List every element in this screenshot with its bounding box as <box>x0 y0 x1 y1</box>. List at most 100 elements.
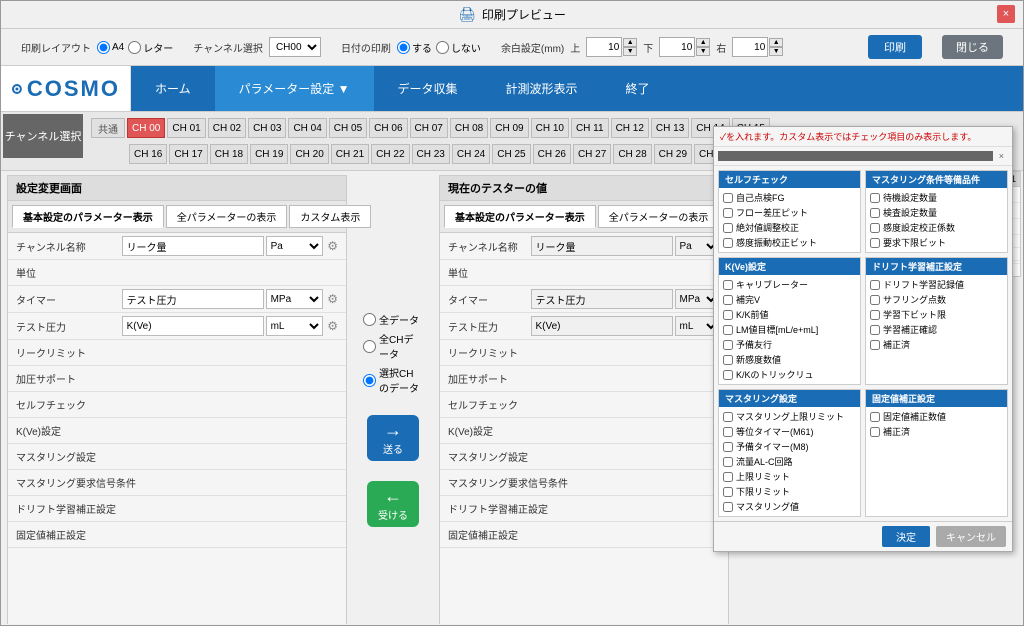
checkbox[interactable] <box>723 223 733 233</box>
checkbox[interactable] <box>723 208 733 218</box>
param-select-timer[interactable]: MPaPa <box>266 289 324 309</box>
close-toolbar-button[interactable]: 閉じる <box>942 35 1003 59</box>
margin-top-up[interactable]: ▲ <box>623 38 637 47</box>
param-input-timer[interactable] <box>122 289 264 309</box>
ch-tab-28[interactable]: CH 28 <box>613 144 651 164</box>
checkbox[interactable] <box>723 442 733 452</box>
channel-select-button[interactable]: チャンネル選択 <box>3 114 83 158</box>
do-print-radio[interactable] <box>397 41 410 54</box>
nav-wave[interactable]: 計測波形表示 <box>482 66 602 111</box>
right-param-input-test-pressure[interactable] <box>531 316 673 336</box>
checkbox[interactable] <box>723 310 733 320</box>
checkbox[interactable] <box>870 325 880 335</box>
margin-right-up[interactable]: ▲ <box>769 38 783 47</box>
ch-tab-03[interactable]: CH 03 <box>248 118 286 138</box>
ch-tab-19[interactable]: CH 19 <box>250 144 288 164</box>
transfer-selected-label[interactable]: 選択CHのデータ <box>363 365 423 395</box>
ch-tab-05[interactable]: CH 05 <box>329 118 367 138</box>
param-select-test-pressure[interactable]: mLPa <box>266 316 324 336</box>
ch-tab-25[interactable]: CH 25 <box>492 144 530 164</box>
checkbox[interactable] <box>723 412 733 422</box>
letter-radio-label[interactable]: レター <box>128 40 173 55</box>
custom-panel-ok-button[interactable]: 決定 <box>882 526 930 547</box>
param-icon-channel[interactable]: ⚙ <box>327 239 338 253</box>
checkbox[interactable] <box>723 325 733 335</box>
param-input-channel[interactable] <box>122 236 264 256</box>
checkbox[interactable] <box>723 238 733 248</box>
ch-tab-23[interactable]: CH 23 <box>412 144 450 164</box>
ch-tab-00[interactable]: CH 00 <box>127 118 165 138</box>
ch-tab-22[interactable]: CH 22 <box>371 144 409 164</box>
channel-select-dropdown[interactable]: CH00 CH01 CH02 <box>269 37 321 57</box>
checkbox[interactable] <box>870 295 880 305</box>
nav-data[interactable]: データ収集 <box>374 66 482 111</box>
ch-tab-09[interactable]: CH 09 <box>490 118 528 138</box>
margin-top-down[interactable]: ▼ <box>623 47 637 56</box>
margin-right-input[interactable] <box>732 37 768 57</box>
ch-tab-24[interactable]: CH 24 <box>452 144 490 164</box>
checkbox[interactable] <box>723 280 733 290</box>
right-param-input-channel[interactable] <box>531 236 673 256</box>
param-input-test-pressure[interactable] <box>122 316 264 336</box>
checkbox[interactable] <box>723 370 733 380</box>
margin-bottom-up[interactable]: ▲ <box>696 38 710 47</box>
ch-tab-06[interactable]: CH 06 <box>369 118 407 138</box>
ch-tab-29[interactable]: CH 29 <box>654 144 692 164</box>
print-button[interactable]: 印刷 <box>868 35 922 59</box>
checkbox[interactable] <box>723 472 733 482</box>
right-param-input-timer[interactable] <box>531 289 673 309</box>
param-icon-test-pressure[interactable]: ⚙ <box>327 319 338 333</box>
checkbox[interactable] <box>723 193 733 203</box>
send-button[interactable]: → 送る <box>367 415 419 461</box>
window-close-button[interactable]: × <box>997 5 1015 23</box>
ch-tab-16[interactable]: CH 16 <box>129 144 167 164</box>
ch-tab-04[interactable]: CH 04 <box>288 118 326 138</box>
ch-tab-17[interactable]: CH 17 <box>169 144 207 164</box>
dont-print-label[interactable]: しない <box>436 40 481 55</box>
ch-tab-26[interactable]: CH 26 <box>533 144 571 164</box>
left-tab-all[interactable]: 全パラメーターの表示 <box>166 205 288 228</box>
ch-tab-07[interactable]: CH 07 <box>410 118 448 138</box>
checkbox[interactable] <box>723 457 733 467</box>
checkbox[interactable] <box>723 427 733 437</box>
ch-tab-18[interactable]: CH 18 <box>210 144 248 164</box>
a4-radio[interactable] <box>97 41 110 54</box>
ch-tab-20[interactable]: CH 20 <box>290 144 328 164</box>
checkbox[interactable] <box>723 502 733 512</box>
margin-bottom-input[interactable] <box>659 37 695 57</box>
param-select-channel[interactable]: PaMPamL <box>266 236 324 256</box>
checkbox[interactable] <box>870 238 880 248</box>
nav-home[interactable]: ホーム <box>131 66 215 111</box>
transfer-all-ch-radio[interactable] <box>363 340 376 353</box>
transfer-selected-radio[interactable] <box>363 374 376 387</box>
checkbox[interactable] <box>870 340 880 350</box>
margin-bottom-down[interactable]: ▼ <box>696 47 710 56</box>
ch-tab-21[interactable]: CH 21 <box>331 144 369 164</box>
ch-tab-08[interactable]: CH 08 <box>450 118 488 138</box>
checkbox[interactable] <box>870 223 880 233</box>
nav-params[interactable]: パラメーター設定 ▼ <box>215 66 374 111</box>
checkbox[interactable] <box>723 487 733 497</box>
nav-exit[interactable]: 終了 <box>602 66 674 111</box>
a4-radio-label[interactable]: A4 <box>97 41 124 54</box>
checkbox[interactable] <box>870 193 880 203</box>
custom-panel-x-button[interactable]: × <box>995 151 1008 161</box>
letter-radio[interactable] <box>128 41 141 54</box>
checkbox[interactable] <box>870 208 880 218</box>
right-tab-basic[interactable]: 基本設定のパラメーター表示 <box>444 205 596 228</box>
receive-button[interactable]: ← 受ける <box>367 481 419 527</box>
right-tab-all[interactable]: 全パラメーターの表示 <box>598 205 720 228</box>
param-icon-timer[interactable]: ⚙ <box>327 292 338 306</box>
left-tab-basic[interactable]: 基本設定のパラメーター表示 <box>12 205 164 228</box>
do-print-label[interactable]: する <box>397 40 432 55</box>
ch-tab-11[interactable]: CH 11 <box>571 118 609 138</box>
custom-panel-cancel-button[interactable]: キャンセル <box>936 526 1006 547</box>
checkbox[interactable] <box>870 310 880 320</box>
checkbox[interactable] <box>723 295 733 305</box>
transfer-all-label[interactable]: 全データ <box>363 312 423 327</box>
checkbox[interactable] <box>723 355 733 365</box>
transfer-all-ch-label[interactable]: 全CHデータ <box>363 331 423 361</box>
checkbox[interactable] <box>870 412 880 422</box>
margin-right-down[interactable]: ▼ <box>769 47 783 56</box>
ch-tab-10[interactable]: CH 10 <box>531 118 569 138</box>
